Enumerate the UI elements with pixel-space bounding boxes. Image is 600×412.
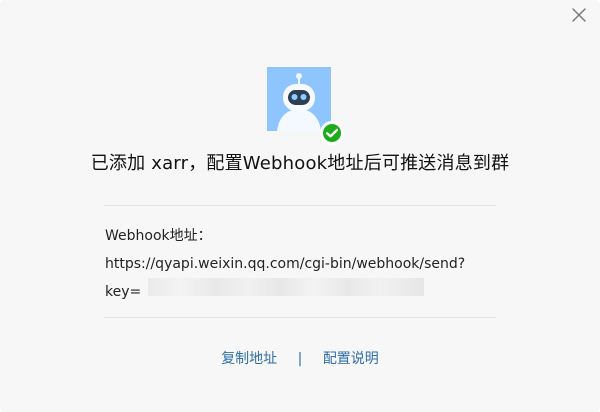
actions-separator: | [297, 351, 303, 367]
dialog-headline: 已添加 xarr，配置Webhook地址后可推送消息到群 [90, 153, 510, 174]
webhook-url-line-1: https://qyapi.weixin.qq.com/cgi-bin/webh… [105, 256, 466, 272]
webhook-key-prefix: key= [105, 284, 142, 300]
bot-avatar-container [267, 67, 344, 145]
webhook-dialog: 已添加 xarr，配置Webhook地址后可推送消息到群 Webhook地址： … [0, 0, 600, 412]
checkmark-icon [320, 121, 344, 145]
copy-address-link[interactable]: 复制地址 [221, 351, 277, 367]
dialog-actions: 复制地址 | 配置说明 [0, 348, 600, 368]
webhook-label: Webhook地址： [105, 228, 212, 244]
divider-bottom [104, 317, 496, 318]
close-icon[interactable] [570, 6, 588, 24]
config-help-link[interactable]: 配置说明 [323, 351, 379, 367]
webhook-url-line-2: key= [105, 278, 495, 306]
redacted-webhook-key [147, 278, 424, 296]
webhook-info: Webhook地址： https://qyapi.weixin.qq.com/c… [105, 222, 495, 306]
divider-top [104, 205, 496, 206]
